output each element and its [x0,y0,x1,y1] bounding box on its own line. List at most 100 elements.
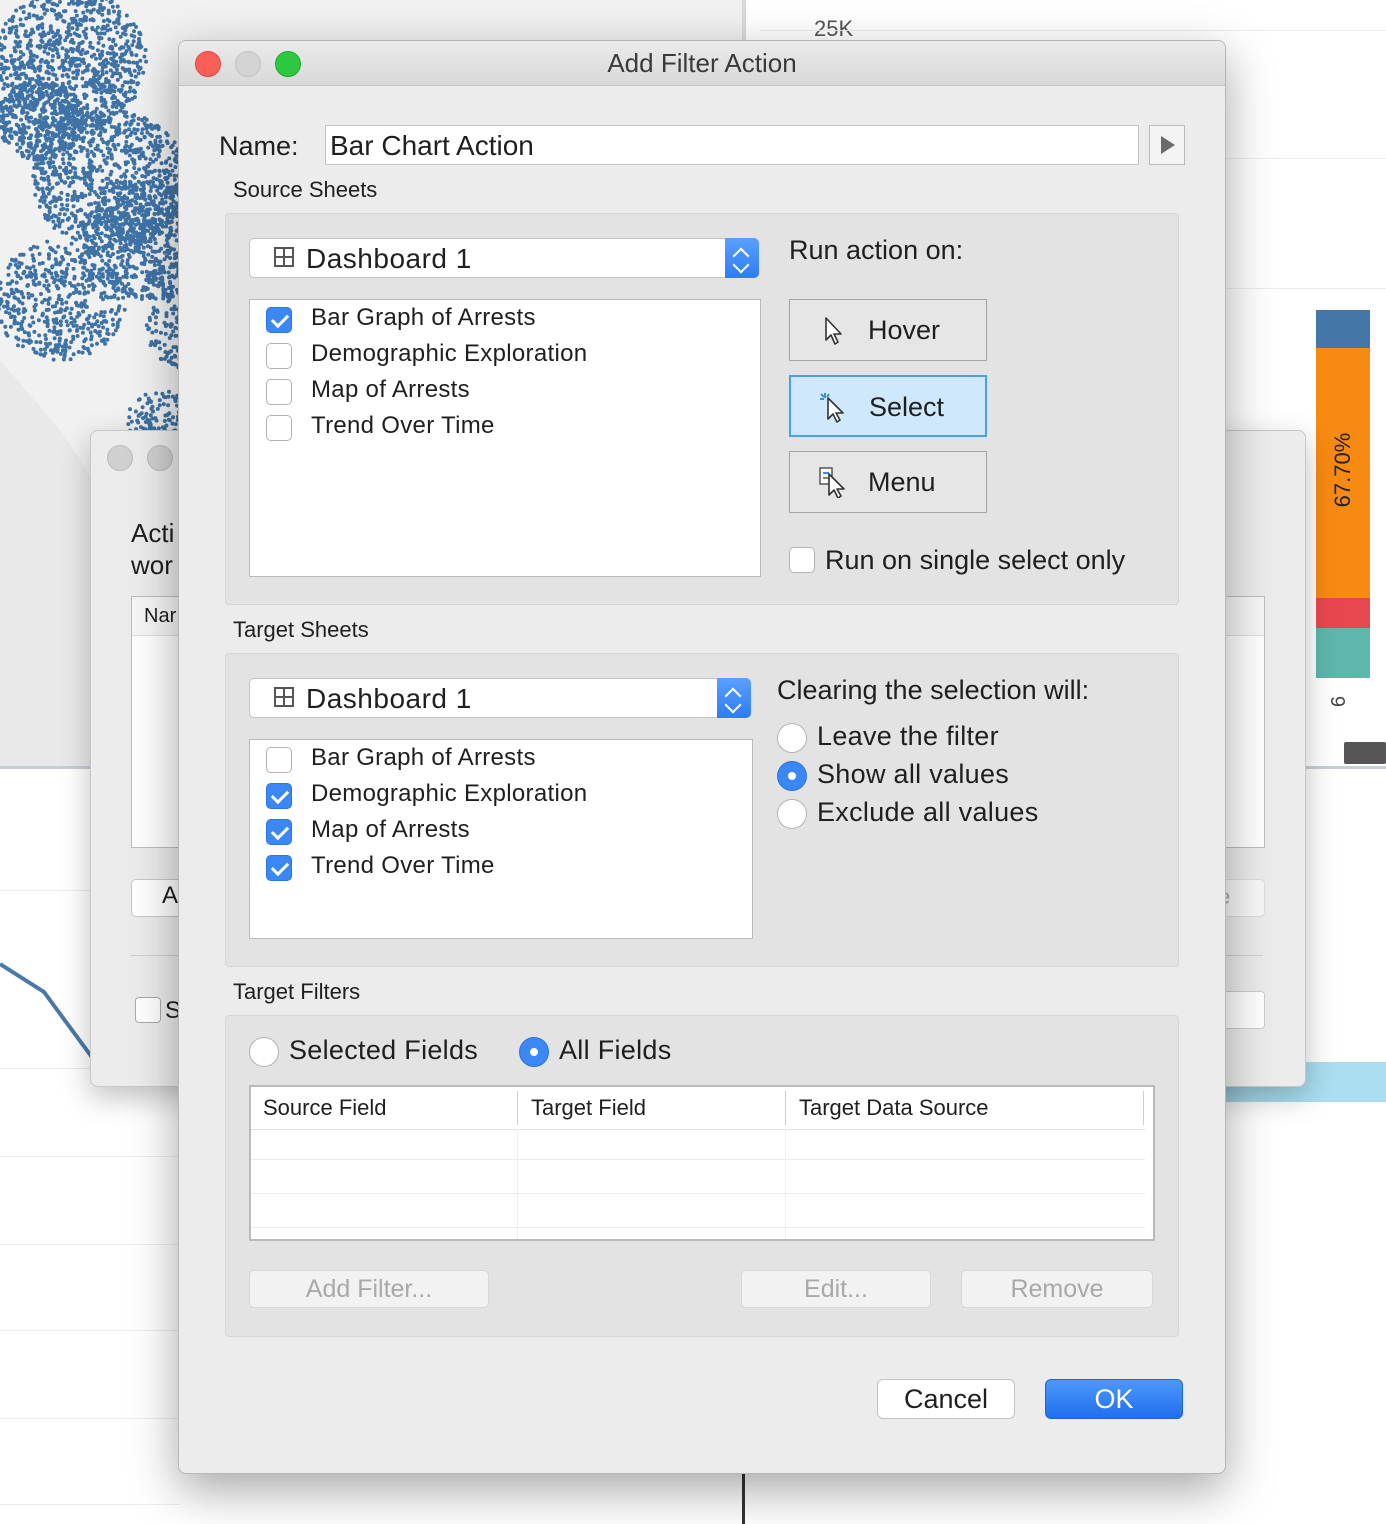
gridline [0,1156,180,1157]
edit-button[interactable]: Edit... [741,1270,931,1308]
menu-button[interactable]: Menu [789,451,987,513]
percent-label: 67.70% [1330,432,1355,508]
sheet-checkbox[interactable] [266,783,292,809]
gridline [0,1330,180,1331]
select-label: Select [869,392,945,422]
sheet-label: Bar Graph of Arrests [311,744,536,771]
column-header: Nar [144,605,177,627]
sheet-label: Demographic Exploration [311,340,588,367]
menu-label: Menu [868,467,936,497]
cancel-button[interactable]: Cancel [877,1379,1015,1419]
column-header[interactable]: Target Field [531,1095,646,1121]
sheet-label: Map of Arrests [311,376,470,403]
single-select-checkbox[interactable] [789,547,815,573]
radio[interactable] [519,1037,549,1067]
sheet-checkbox-row[interactable]: Demographic Exploration [266,338,736,374]
dropdown-value: Dashboard 1 [306,683,472,714]
play-icon [1161,136,1175,154]
table-header: Source Field Target Field Target Data So… [251,1087,1145,1130]
column-divider [785,1129,786,1239]
add-filter-action-dialog: Add Filter Action Name: Bar Chart Action… [178,40,1226,1474]
target-dashboard-dropdown[interactable]: Dashboard 1 [249,678,751,718]
source-sheets-label: Source Sheets [233,177,378,202]
stack-segment[interactable] [1316,598,1370,628]
updown-arrows-icon [725,238,759,278]
name-input[interactable]: Bar Chart Action [325,125,1139,165]
sheet-label: Bar Graph of Arrests [311,304,536,331]
zoom-button[interactable] [275,51,301,77]
close-button[interactable] [107,445,133,471]
sheet-checkbox[interactable] [266,747,292,773]
single-select-label: Run on single select only [825,545,1126,575]
ok-button[interactable]: OK [1045,1379,1183,1419]
gridline [0,1504,180,1505]
dropdown-value: Dashboard 1 [306,243,472,274]
clearing-option[interactable]: Exclude all values [777,797,1157,833]
hover-button[interactable]: Hover [789,299,987,361]
sheet-checkbox-row[interactable]: Map of Arrests [266,814,736,850]
select-pointer-icon [820,393,844,423]
sheet-checkbox[interactable] [266,415,292,441]
field-mapping-table[interactable]: Source Field Target Field Target Data So… [249,1085,1155,1241]
dashboard-grid-icon [274,687,294,707]
sheet-checkbox[interactable] [266,855,292,881]
sheet-checkbox[interactable] [266,343,292,369]
selected-fields-radio[interactable]: Selected Fields [249,1035,509,1073]
updown-arrows-icon [717,678,751,718]
gridline [0,1244,180,1245]
clearing-option[interactable]: Leave the filter [777,721,1157,757]
minimize-button[interactable] [147,445,173,471]
radio[interactable] [777,723,807,753]
target-filters-label: Target Filters [233,979,361,1004]
tick-label: 6 [1328,695,1351,708]
radio[interactable] [777,799,807,829]
hover-label: Hover [868,315,941,345]
gridline [760,30,1386,31]
minimize-button[interactable] [235,51,261,77]
select-button[interactable]: Select [789,375,987,437]
table-row [251,1159,1145,1160]
sheet-checkbox-row[interactable]: Map of Arrests [266,374,736,410]
sheet-checkbox[interactable] [266,379,292,405]
pointer-icon [825,317,842,345]
clearing-option[interactable]: Show all values [777,759,1157,795]
name-label: Name: [219,131,299,161]
show-actions-checkbox[interactable] [135,997,161,1023]
target-sheets-label: Target Sheets [233,617,369,642]
column-header[interactable]: Source Field [263,1095,387,1121]
stack-segment[interactable] [1316,310,1370,348]
close-button[interactable] [195,51,221,77]
sheet-label: Trend Over Time [311,412,495,439]
table-row [251,1193,1145,1194]
menu-pointer-icon [819,467,845,498]
add-filter-button[interactable]: Add Filter... [249,1270,489,1308]
table-row [251,1227,1145,1228]
sheet-checkbox-row[interactable]: Demographic Exploration [266,778,736,814]
dashboard-grid-icon [274,247,294,267]
sheet-checkbox[interactable] [266,819,292,845]
radio[interactable] [777,761,807,791]
sheet-checkbox-row[interactable]: Trend Over Time [266,850,736,886]
pane-divider [742,1470,745,1524]
run-action-label: Run action on: [789,235,964,265]
target-sheets-list[interactable]: Bar Graph of Arrests Demographic Explorat… [249,739,753,939]
insert-menu-button[interactable] [1149,125,1185,165]
all-fields-radio[interactable]: All Fields [519,1035,719,1073]
source-sheets-list[interactable]: Bar Graph of Arrests Demographic Explorat… [249,299,761,577]
sheet-checkbox[interactable] [266,307,292,333]
remove-button[interactable]: Remove [961,1270,1153,1308]
radio-label: Exclude all values [817,797,1039,827]
sheet-checkbox-row[interactable]: Bar Graph of Arrests [266,742,736,778]
column-header[interactable]: Target Data Source [799,1095,989,1121]
sheet-checkbox-row[interactable]: Bar Graph of Arrests [266,302,736,338]
axis-tick-label: 25K [814,16,854,41]
source-dashboard-dropdown[interactable]: Dashboard 1 [249,238,759,278]
sheet-checkbox-row[interactable]: Trend Over Time [266,410,736,446]
stack-segment[interactable] [1316,628,1370,678]
actions-description: Acti wor [131,518,175,580]
scroll-handle[interactable] [1344,742,1386,764]
clearing-options: Leave the filter Show all values Exclude a… [777,721,1157,843]
dialog-title: Add Filter Action [607,48,797,78]
radio[interactable] [249,1037,279,1067]
radio-label: Selected Fields [289,1035,479,1065]
